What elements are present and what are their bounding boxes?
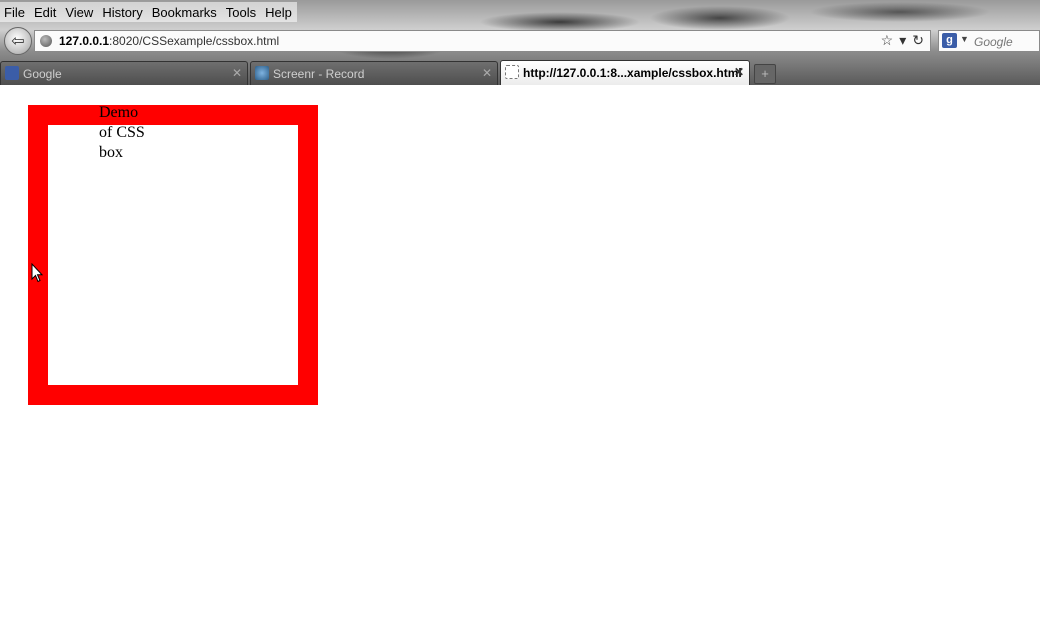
box-text: Demo of CSS box: [99, 103, 159, 163]
search-engine-dropdown-icon[interactable]: ▼: [960, 34, 969, 44]
navigation-bar: ⇦ 127.0.0.1:8020/CSSexample/cssbox.html …: [0, 27, 1040, 55]
menu-bookmarks[interactable]: Bookmarks: [147, 2, 222, 22]
url-bar-actions: ☆ ▾ ↻: [881, 32, 924, 49]
box-text-line: box: [99, 144, 123, 161]
menu-view[interactable]: View: [61, 2, 99, 22]
css-demo-box: [28, 105, 318, 405]
dropdown-arrow-icon[interactable]: ▾: [899, 32, 906, 49]
menu-file[interactable]: File: [0, 2, 30, 22]
close-icon[interactable]: ✕: [482, 66, 492, 80]
google-g-icon[interactable]: g: [942, 33, 957, 48]
tab-cssbox[interactable]: http://127.0.0.1:8...xample/cssbox.html …: [500, 60, 750, 85]
search-placeholder: Google: [974, 35, 1013, 49]
menu-bar: File Edit View History Bookmarks Tools H…: [0, 2, 297, 22]
back-arrow-icon: ⇦: [11, 33, 25, 50]
new-tab-button[interactable]: +: [754, 64, 776, 84]
tab-google[interactable]: Google ✕: [0, 61, 248, 85]
reload-icon[interactable]: ↻: [912, 32, 924, 49]
search-bar[interactable]: g ▼ Google: [938, 30, 1040, 52]
menu-edit[interactable]: Edit: [29, 2, 62, 22]
blank-page-icon: [505, 65, 519, 79]
browser-chrome: File Edit View History Bookmarks Tools H…: [0, 0, 1040, 85]
url-path: :8020/CSSexample/cssbox.html: [109, 34, 280, 48]
screenr-icon: [255, 66, 269, 80]
google-icon: [5, 66, 19, 80]
mouse-cursor-icon: [31, 263, 43, 283]
bookmark-star-icon[interactable]: ☆: [881, 32, 894, 49]
url-host: 127.0.0.1: [59, 34, 110, 48]
box-text-line: of CSS: [99, 124, 145, 141]
tab-label: Screenr - Record: [273, 67, 365, 81]
back-button[interactable]: ⇦: [4, 27, 32, 55]
site-identity-icon[interactable]: [40, 35, 52, 47]
close-icon[interactable]: ✕: [734, 65, 744, 79]
tab-bar: Google ✕ Screenr - Record ✕ http://127.0…: [0, 60, 1040, 85]
tab-label: Google: [23, 67, 62, 81]
menu-help[interactable]: Help: [261, 2, 297, 22]
close-icon[interactable]: ✕: [232, 66, 242, 80]
tab-screenr[interactable]: Screenr - Record ✕: [250, 61, 498, 85]
menu-tools[interactable]: Tools: [221, 2, 262, 22]
box-text-line: Demo: [99, 104, 139, 121]
menu-history[interactable]: History: [98, 2, 148, 22]
tab-label: http://127.0.0.1:8...xample/cssbox.html: [523, 66, 742, 80]
url-bar[interactable]: 127.0.0.1:8020/CSSexample/cssbox.html ☆ …: [34, 30, 931, 52]
url-text[interactable]: 127.0.0.1:8020/CSSexample/cssbox.html: [59, 34, 279, 48]
